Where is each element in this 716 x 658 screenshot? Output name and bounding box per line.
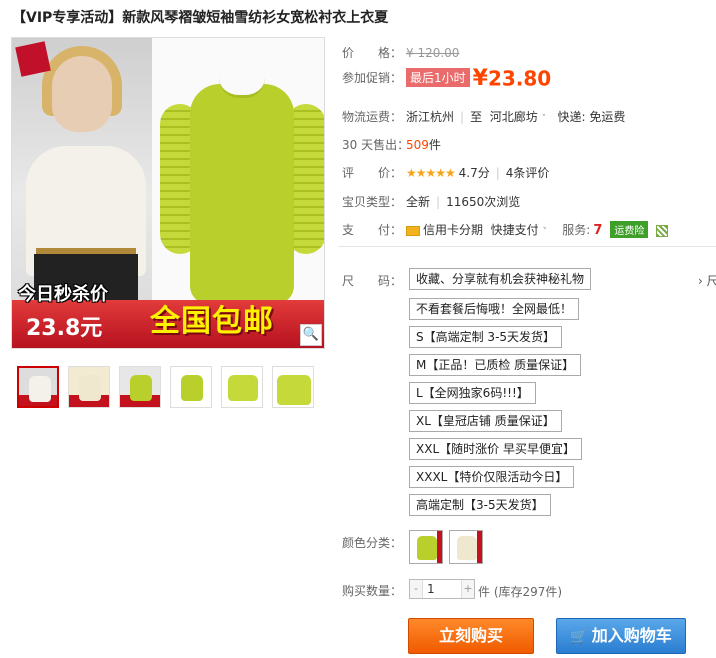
chevron-down-icon[interactable]: ˅: [542, 114, 547, 124]
item-condition: 全新: [406, 195, 431, 209]
thumbnail-5[interactable]: [221, 366, 263, 408]
original-price: ¥ 120.00: [406, 46, 460, 60]
payment-row: 支 付： 信用卡分期 快捷支付 ˅ 服务: 7 运费险: [342, 221, 669, 238]
green-shirt-swatch: [417, 536, 437, 560]
quantity-minus-button[interactable]: -: [410, 580, 422, 598]
promo-price: 23.80: [487, 66, 552, 91]
type-row: 宝贝类型： 全新 | 11650次浏览: [342, 195, 521, 209]
size-option-0[interactable]: 收藏、分享就有机会获神秘礼物: [409, 268, 592, 290]
sales-count: 509: [406, 138, 429, 152]
color-label: 颜色分类：: [342, 536, 403, 550]
quantity-plus-button[interactable]: +: [462, 580, 474, 598]
green-blouse: [190, 84, 294, 304]
promo-label: 参加促销：: [342, 71, 403, 85]
cart-icon: 🛒: [570, 629, 588, 645]
type-label: 宝贝类型：: [342, 195, 403, 209]
promo-free-shipping-text: 全国包邮: [150, 304, 274, 339]
promo-price-text: 23.8元: [26, 316, 103, 341]
thumbnail-2[interactable]: [68, 366, 110, 408]
ship-destination[interactable]: 河北廊坊: [490, 110, 538, 124]
color-option-white[interactable]: [449, 530, 483, 564]
quantity-stepper: - 1 +: [409, 579, 475, 599]
shipping-row: 物流运费： 浙江杭州 | 至 河北廊坊 ˅ 快递: 免运费: [342, 110, 626, 124]
ship-to: 至: [470, 110, 483, 124]
swatch-stripe: [437, 531, 442, 563]
promo-flash-text: 今日秒杀价: [18, 284, 108, 305]
model-face: [52, 56, 112, 132]
corner-badge-icon: [15, 41, 51, 77]
size-option-s[interactable]: S【高端定制 3-5天发货】: [409, 326, 563, 348]
sales-label: 30 天售出：: [342, 138, 410, 152]
currency-symbol: ¥: [472, 66, 488, 91]
buy-now-button[interactable]: 立刻购买: [408, 618, 534, 654]
qr-code-icon[interactable]: [656, 224, 669, 237]
flash-sale-badge: 最后1小时: [406, 68, 470, 87]
credit-installment-link[interactable]: 信用卡分期: [423, 223, 483, 237]
price-row: 价 格： ¥ 120.00: [342, 44, 459, 61]
thumbnail-3[interactable]: [119, 366, 161, 408]
thumbnail-6[interactable]: [272, 366, 314, 408]
size-option-custom[interactable]: 高端定制【3-5天发货】: [409, 494, 551, 516]
ship-origin: 浙江杭州: [406, 110, 455, 124]
payment-label: 支 付：: [342, 223, 403, 237]
swatch-stripe: [477, 531, 482, 563]
truncated-size-text: › 尺: [698, 274, 716, 288]
quantity-label: 购买数量：: [342, 584, 403, 598]
sales-unit: 件: [428, 138, 441, 152]
rating-row: 评 价： ★★★★★ 4.7分 | 4条评价: [342, 166, 550, 180]
seven-day-return-icon[interactable]: 7: [593, 223, 602, 238]
product-title: 【VIP专享活动】新款风琴褶皱短袖雪纺衫女宽松衬衣上衣夏: [12, 10, 389, 26]
promo-row: 参加促销： 最后1小时 ¥23.80: [342, 66, 551, 91]
thumbnail-1[interactable]: [17, 366, 59, 408]
shipping-insurance-badge[interactable]: 运费险: [610, 221, 649, 238]
service-label: 服务:: [562, 223, 591, 237]
size-option-1[interactable]: 不看套餐后悔哦！全网最低！: [409, 298, 580, 320]
star-rating-icon: ★★★★★: [406, 166, 456, 180]
thumbnail-4[interactable]: [170, 366, 212, 408]
chevron-down-icon[interactable]: ˅: [543, 227, 548, 237]
main-product-image[interactable]: 今日秒杀价 23.8元 全国包邮 🔍: [11, 37, 325, 349]
size-label: 尺 码：: [342, 274, 403, 288]
size-option-m[interactable]: M【正品！已质检 质量保证】: [409, 354, 582, 376]
fast-pay-link[interactable]: 快捷支付: [491, 223, 539, 237]
section-divider: [338, 246, 716, 247]
add-to-cart-label: 加入购物车: [591, 626, 672, 645]
size-option-l[interactable]: L【全网独家6码!!!】: [409, 382, 536, 404]
size-option-xxxl[interactable]: XXXL【特价仅限活动今日】: [409, 466, 575, 488]
express-fee: 快递: 免运费: [557, 110, 626, 124]
credit-card-icon: [406, 225, 420, 236]
color-option-green[interactable]: [409, 530, 443, 564]
white-shirt-swatch: [457, 536, 477, 560]
add-to-cart-button[interactable]: 🛒 加入购物车: [556, 618, 686, 654]
size-option-xl[interactable]: XL【皇冠店铺 质量保证】: [409, 410, 562, 432]
quantity-input[interactable]: 1: [422, 580, 462, 598]
stock-info: 件 (库存297件): [478, 585, 563, 599]
size-option-xxl[interactable]: XXL【随时涨价 早买早便宜】: [409, 438, 582, 460]
rating-label: 评 价：: [342, 166, 403, 180]
price-label: 价 格：: [342, 46, 403, 60]
review-count-link[interactable]: 4条评价: [506, 166, 550, 180]
shipping-label: 物流运费：: [342, 110, 403, 124]
view-count: 11650次浏览: [446, 195, 521, 209]
rating-score: 4.7分: [458, 166, 490, 180]
sales-row: 30 天售出：509件: [342, 136, 441, 153]
magnifier-icon[interactable]: 🔍: [300, 324, 322, 346]
